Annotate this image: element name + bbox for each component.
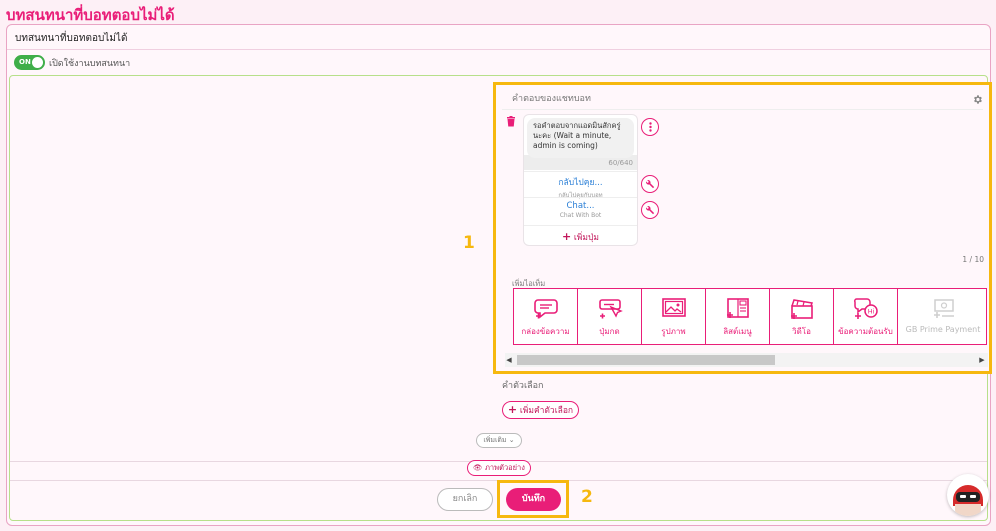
cancel-button[interactable]: ยกเลิก [437, 488, 493, 511]
preview-button[interactable]: 👁 ภาพตัวอย่าง [467, 460, 531, 476]
wrench-icon [645, 206, 655, 215]
item-label: รูปภาพ [661, 327, 686, 336]
reply-button-1[interactable]: กลับไปคุย... กลับไปคุยกับบอท [524, 171, 637, 199]
plus-icon: + [507, 403, 518, 416]
add-button-row[interactable]: + เพิ่มปุ่ม [524, 225, 637, 247]
robot-icon [948, 475, 988, 516]
item-scrollbar[interactable]: ◀ ▶ [505, 353, 988, 367]
wrench-icon [645, 180, 655, 189]
reply-button-1-title: กลับไปคุย... [558, 178, 603, 188]
item-label: GB Prime Payment [905, 325, 981, 334]
toggle-label: เปิดใช้งานบทสนทนา [49, 58, 131, 69]
char-count: 60/640 [608, 159, 633, 167]
reply-button-2-title: Chat... [566, 201, 595, 211]
item-greeting[interactable]: Hi ข้อความต้อนรับ [834, 289, 898, 344]
trash-icon[interactable] [506, 116, 516, 127]
more-options-button[interactable] [641, 118, 659, 136]
toggle-row: ON เปิดใช้งานบทสนทนา [14, 55, 130, 70]
item-payment[interactable]: GB Prime Payment [898, 289, 986, 344]
options-label: คำตัวเลือก [502, 381, 544, 391]
scroll-left-icon[interactable]: ◀ [505, 355, 513, 365]
add-option-button[interactable]: + เพิ่มคำตัวเลือก [502, 401, 579, 419]
eye-icon: 👁 [473, 463, 483, 472]
image-icon [661, 298, 686, 317]
item-label: กล่องข้อความ [521, 327, 570, 336]
annotation-number-1: 1 [463, 233, 475, 253]
item-label: วิดีโอ [792, 327, 811, 336]
item-image[interactable]: รูปภาพ [642, 289, 706, 344]
page-count: 1 / 10 [962, 255, 984, 264]
payment-icon [934, 299, 954, 318]
annotation-number-2: 2 [581, 487, 593, 507]
list-menu-icon [726, 298, 749, 318]
reply-button-2-subtitle: Chat With Bot [559, 212, 602, 219]
item-label: ลิสต์เมนู [723, 327, 752, 336]
save-highlight: บันทึก [497, 480, 569, 518]
chatbot-avatar[interactable] [947, 474, 989, 516]
gear-icon[interactable] [972, 94, 983, 105]
edit-button-2[interactable] [641, 201, 659, 219]
more-button[interactable]: เพิ่มเติม ⌄ [476, 433, 522, 448]
toggle-state: ON [19, 58, 31, 66]
reply-header-line [502, 109, 983, 110]
add-button-label: เพิ่มปุ่ม [573, 233, 600, 243]
reply-button-2[interactable]: Chat... Chat With Bot [524, 197, 637, 221]
toggle-knob [32, 57, 43, 68]
item-list-menu[interactable]: ลิสต์เมนู [706, 289, 770, 344]
message-bubble[interactable]: รอคำตอบจากแอดมินสักครู่นะคะ (Wait a minu… [527, 118, 634, 158]
message-box-icon [533, 299, 558, 319]
reply-header: คำตอบของแชทบอท [512, 94, 591, 104]
more-label: เพิ่มเติม [483, 436, 507, 444]
item-button[interactable]: ปุ่มกด [578, 289, 642, 344]
button-icon [598, 299, 623, 319]
plus-icon: + [561, 230, 572, 243]
message-card: รอคำตอบจากแอดมินสักครู่นะคะ (Wait a minu… [523, 114, 638, 246]
card-title: บทสนทนาที่บอทตอบไม่ได้ [15, 33, 128, 44]
edit-button-1[interactable] [641, 175, 659, 193]
item-label: ปุ่มกด [599, 327, 620, 336]
video-icon [790, 299, 813, 319]
enable-toggle[interactable]: ON [14, 55, 45, 70]
add-option-label: เพิ่มคำตัวเลือก [519, 406, 574, 416]
scroll-right-icon[interactable]: ▶ [978, 355, 986, 365]
svg-text:Hi: Hi [867, 308, 874, 316]
item-strip: กล่องข้อความ ปุ่มกด รูปภาพ ลิสต์เมนู วิด… [513, 288, 987, 345]
item-label: ข้อความต้อนรับ [838, 327, 893, 336]
save-button[interactable]: บันทึก [506, 488, 561, 511]
preview-label: ภาพตัวอย่าง [484, 463, 525, 472]
chevron-down-icon: ⌄ [508, 436, 515, 444]
greeting-icon: Hi [853, 298, 878, 319]
scroll-thumb[interactable] [517, 355, 775, 365]
item-message-box[interactable]: กล่องข้อความ [514, 289, 578, 344]
item-video[interactable]: วิดีโอ [770, 289, 834, 344]
bot-reply-section: คำตอบของแชทบอท รอคำตอบจากแอดมินสักครู่นะ… [493, 82, 992, 374]
more-vertical-icon [648, 122, 652, 132]
card-divider [7, 49, 990, 50]
